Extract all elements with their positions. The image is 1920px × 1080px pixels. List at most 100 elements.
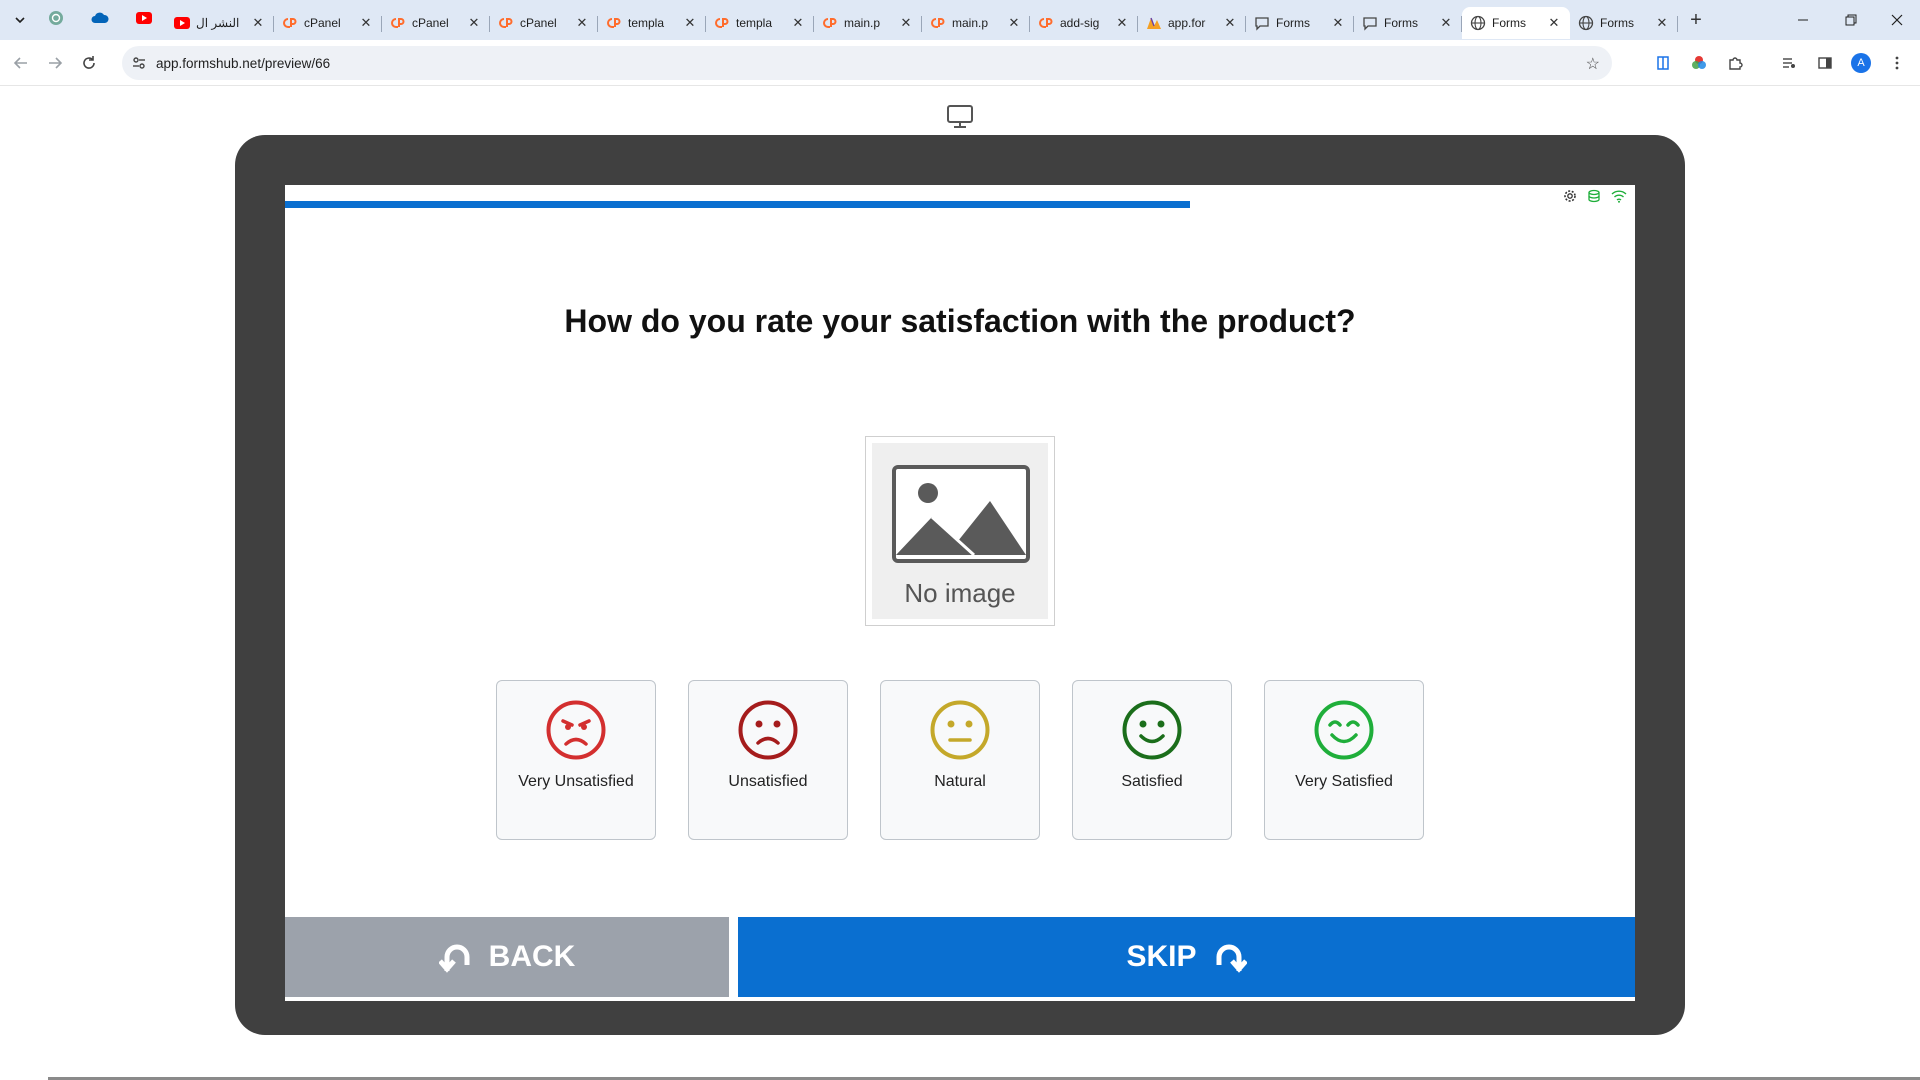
browser-tab[interactable]: main.p ✕ bbox=[922, 7, 1030, 39]
tab-title: add-sig bbox=[1060, 16, 1100, 30]
redo-arrow-icon bbox=[1216, 944, 1247, 973]
close-window-icon[interactable] bbox=[1874, 0, 1920, 40]
tab-close-icon[interactable]: ✕ bbox=[250, 15, 266, 31]
browser-tab[interactable]: cPanel ✕ bbox=[382, 7, 490, 39]
tab-close-icon[interactable]: ✕ bbox=[1006, 15, 1022, 31]
profile-avatar[interactable]: A bbox=[1850, 52, 1872, 74]
cpanel-icon bbox=[714, 15, 730, 31]
rating-option-satisfied[interactable]: Satisfied bbox=[1072, 680, 1232, 840]
tab-close-icon[interactable]: ✕ bbox=[1438, 15, 1454, 31]
landscape-image-icon bbox=[892, 465, 1030, 563]
browser-tab-active[interactable]: Forms ✕ bbox=[1462, 7, 1570, 39]
side-panel-icon[interactable] bbox=[1814, 52, 1836, 74]
browser-menu-icon[interactable] bbox=[1886, 52, 1908, 74]
tab-title: cPanel bbox=[412, 16, 449, 30]
wifi-icon bbox=[1611, 189, 1627, 208]
page-scrollbar[interactable] bbox=[0, 1076, 1920, 1080]
cpanel-icon bbox=[1038, 15, 1054, 31]
youtube-icon bbox=[174, 15, 190, 31]
desktop-monitor-icon[interactable] bbox=[946, 104, 974, 130]
tab-title: templa bbox=[736, 16, 773, 30]
tab-title: templa bbox=[628, 16, 665, 30]
bookmark-star-icon[interactable]: ☆ bbox=[1586, 54, 1600, 74]
browser-tab[interactable]: main.p ✕ bbox=[814, 7, 922, 39]
gear-icon[interactable] bbox=[1563, 189, 1577, 208]
browser-tab[interactable]: النشر ال ✕ bbox=[166, 7, 274, 39]
pinned-tab[interactable] bbox=[78, 0, 122, 40]
tab-close-icon[interactable]: ✕ bbox=[1654, 15, 1670, 31]
new-tab-button[interactable]: + bbox=[1682, 6, 1710, 34]
tab-title: النشر ال bbox=[196, 16, 240, 30]
rating-option-label: Very Unsatisfied bbox=[518, 773, 634, 790]
tab-title: main.p bbox=[844, 16, 881, 30]
forward-arrow-icon[interactable] bbox=[38, 46, 72, 80]
rating-option-very-unsatisfied[interactable]: Very Unsatisfied bbox=[496, 680, 656, 840]
site-settings-icon[interactable] bbox=[122, 55, 156, 71]
rating-option-natural[interactable]: Natural bbox=[880, 680, 1040, 840]
tab-close-icon[interactable]: ✕ bbox=[1330, 15, 1346, 31]
browser-tab[interactable]: templa ✕ bbox=[706, 7, 814, 39]
globe-icon bbox=[1578, 15, 1594, 31]
restore-window-icon[interactable] bbox=[1828, 0, 1874, 40]
color-picker-extension-icon[interactable] bbox=[1688, 52, 1710, 74]
browser-tab[interactable]: templa ✕ bbox=[598, 7, 706, 39]
cpanel-icon bbox=[606, 15, 622, 31]
database-icon bbox=[1587, 189, 1601, 208]
rating-options: Very Unsatisfied Unsatisfied Natural Satisf… bbox=[496, 680, 1424, 840]
onedrive-cloud-icon bbox=[91, 11, 109, 30]
back-button[interactable]: BACK bbox=[285, 917, 729, 997]
extensions-puzzle-icon[interactable] bbox=[1724, 52, 1746, 74]
tab-close-icon[interactable]: ✕ bbox=[1546, 15, 1562, 31]
tab-close-icon[interactable]: ✕ bbox=[1114, 15, 1130, 31]
profile-initial: A bbox=[1851, 53, 1871, 73]
minimize-window-icon[interactable] bbox=[1780, 0, 1826, 40]
cpanel-icon bbox=[930, 15, 946, 31]
rating-option-unsatisfied[interactable]: Unsatisfied bbox=[688, 680, 848, 840]
browser-tab[interactable]: Forms ✕ bbox=[1354, 7, 1462, 39]
browser-tab[interactable]: cPanel ✕ bbox=[274, 7, 382, 39]
progress-bar-fill bbox=[285, 201, 1190, 208]
image-caption: No image bbox=[904, 578, 1016, 608]
formshub-icon bbox=[1146, 15, 1162, 31]
rating-option-label: Unsatisfied bbox=[728, 773, 808, 790]
tab-close-icon[interactable]: ✕ bbox=[790, 15, 806, 31]
tab-title: cPanel bbox=[520, 16, 557, 30]
tab-close-icon[interactable]: ✕ bbox=[1222, 15, 1238, 31]
browser-tab[interactable]: cPanel ✕ bbox=[490, 7, 598, 39]
skip-button[interactable]: SKIP bbox=[738, 917, 1635, 997]
undo-arrow-icon bbox=[438, 944, 470, 973]
angry-face-icon bbox=[545, 699, 607, 761]
rating-option-very-satisfied[interactable]: Very Satisfied bbox=[1264, 680, 1424, 840]
browser-tab[interactable]: Forms ✕ bbox=[1246, 7, 1354, 39]
tab-search-chevron-icon[interactable] bbox=[6, 6, 34, 34]
browser-tab[interactable]: app.for ✕ bbox=[1138, 7, 1246, 39]
chatgpt-icon bbox=[48, 10, 64, 31]
question-title: How do you rate your satisfaction with t… bbox=[564, 303, 1356, 339]
smile-face-icon bbox=[1121, 699, 1183, 761]
image-placeholder: No image bbox=[872, 443, 1048, 619]
pinned-tab[interactable] bbox=[34, 0, 78, 40]
chat-bubble-icon bbox=[1254, 15, 1270, 31]
skip-label: SKIP bbox=[1126, 940, 1197, 973]
back-label: BACK bbox=[488, 940, 576, 973]
browser-tab[interactable]: Forms ✕ bbox=[1570, 7, 1678, 39]
tab-close-icon[interactable]: ✕ bbox=[898, 15, 914, 31]
browser-tab[interactable]: add-sig ✕ bbox=[1030, 7, 1138, 39]
reading-mode-icon[interactable] bbox=[1652, 52, 1674, 74]
tab-close-icon[interactable]: ✕ bbox=[682, 15, 698, 31]
tab-close-icon[interactable]: ✕ bbox=[574, 15, 590, 31]
address-bar[interactable]: app.formshub.net/preview/66 ☆ bbox=[122, 46, 1612, 80]
neutral-face-icon bbox=[929, 699, 991, 761]
url-text: app.formshub.net/preview/66 bbox=[156, 55, 331, 71]
tab-title: Forms bbox=[1600, 16, 1634, 30]
reload-icon[interactable] bbox=[72, 46, 106, 80]
back-arrow-icon[interactable] bbox=[4, 46, 38, 80]
rating-option-label: Satisfied bbox=[1121, 773, 1183, 790]
tab-strip: النشر ال ✕ cPanel ✕ cPanel ✕ cPanel ✕ templa ✕ tem… bbox=[0, 0, 1920, 40]
cpanel-icon bbox=[390, 15, 406, 31]
tab-close-icon[interactable]: ✕ bbox=[466, 15, 482, 31]
tab-close-icon[interactable]: ✕ bbox=[358, 15, 374, 31]
media-controls-icon[interactable] bbox=[1778, 52, 1800, 74]
tab-title: Forms bbox=[1276, 16, 1310, 30]
pinned-tab[interactable] bbox=[122, 0, 166, 40]
